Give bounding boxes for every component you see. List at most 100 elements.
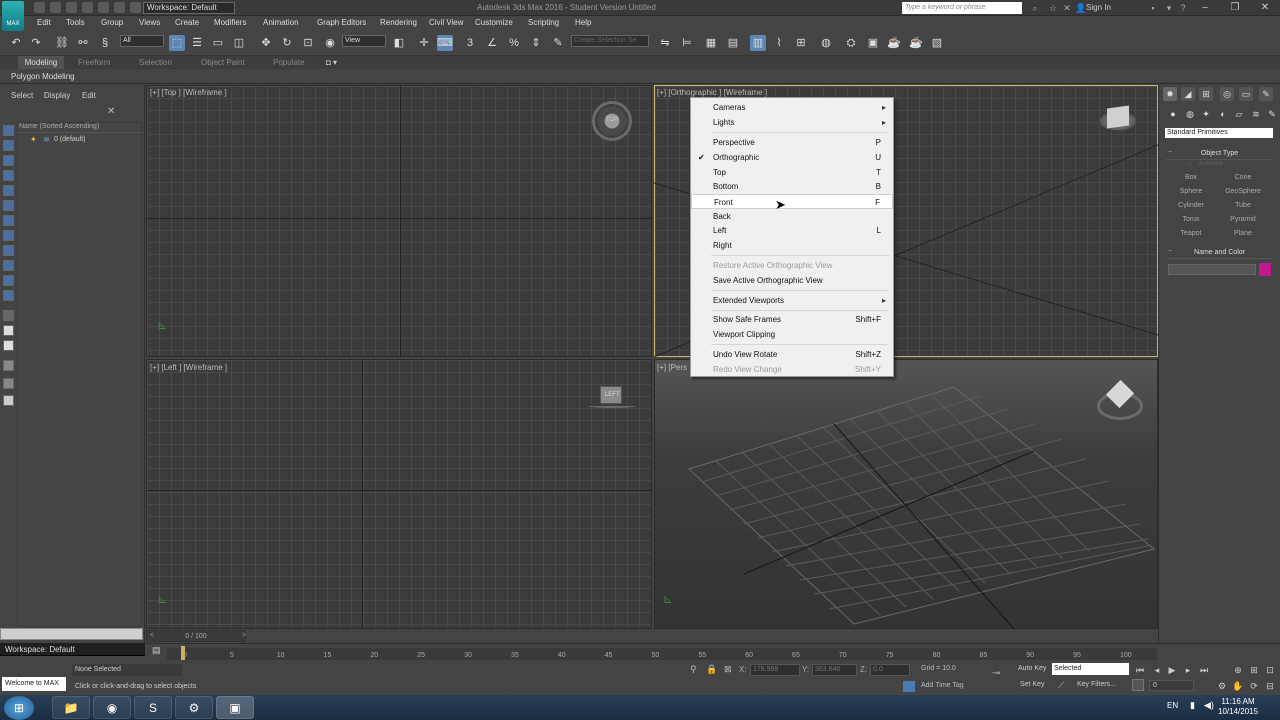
- named-selection-dropdown[interactable]: Create Selection Se: [571, 35, 649, 47]
- menu-group[interactable]: Group: [101, 18, 123, 27]
- menu-item-left[interactable]: Left L: [691, 223, 893, 238]
- skype-icon[interactable]: S: [134, 696, 172, 719]
- set-key-icon[interactable]: [1132, 679, 1144, 691]
- zoom-extents-icon[interactable]: ⊡: [1264, 664, 1276, 676]
- rotate-icon[interactable]: ↻: [279, 35, 295, 51]
- play-icon[interactable]: ▶: [1166, 664, 1178, 676]
- time-tag-icon[interactable]: [903, 681, 915, 692]
- window-crossing-icon[interactable]: ◫: [231, 35, 247, 51]
- menu-civil-view[interactable]: Civil View: [429, 18, 464, 27]
- menu-item-front[interactable]: Front F: [691, 194, 893, 209]
- systems-icon[interactable]: ✎: [1266, 108, 1278, 120]
- menu-item-undo-view-rotate[interactable]: Undo View Rotate Shift+Z: [691, 347, 893, 362]
- display-helpers-icon[interactable]: [3, 200, 14, 211]
- geometry-icon[interactable]: ●: [1167, 108, 1179, 120]
- menu-help[interactable]: Help: [575, 18, 591, 27]
- select-object-icon[interactable]: ⬚: [169, 35, 185, 51]
- keyboard-shortcut-icon[interactable]: ⌨: [437, 35, 453, 51]
- menu-item-save-ortho-view[interactable]: Save Active Orthographic View: [691, 273, 893, 288]
- volume-icon[interactable]: ◀): [1204, 700, 1214, 711]
- chrome-icon[interactable]: ◉: [93, 696, 131, 719]
- sign-in-link[interactable]: Sign In: [1086, 3, 1111, 12]
- zoom-all-icon[interactable]: ⊞: [1248, 664, 1260, 676]
- torus-button[interactable]: Torus: [1166, 214, 1216, 226]
- spinner-snap-icon[interactable]: ⇕: [528, 35, 544, 51]
- name-and-color-rollout[interactable]: Name and Color: [1166, 247, 1273, 259]
- menu-tools[interactable]: Tools: [66, 18, 85, 27]
- shapes-icon[interactable]: ◍: [1184, 108, 1196, 120]
- cylinder-button[interactable]: Cylinder: [1166, 200, 1216, 212]
- display-all-icon[interactable]: [3, 125, 14, 136]
- ribbon-tab-object-paint[interactable]: Object Paint: [201, 58, 245, 67]
- menu-item-back[interactable]: Back: [691, 209, 893, 224]
- schematic-view-icon[interactable]: ⊞: [793, 35, 809, 51]
- menu-edit[interactable]: Edit: [37, 18, 51, 27]
- link-icon[interactable]: ⛓: [54, 35, 70, 51]
- hierarchy-icon[interactable]: [3, 310, 14, 321]
- ribbon-options-icon[interactable]: ◘ ▾: [326, 58, 337, 67]
- menu-item-extended-viewports[interactable]: Extended Viewports ▸: [691, 293, 893, 308]
- key-filters-button[interactable]: Key Filters...: [1077, 681, 1116, 688]
- unlink-icon[interactable]: ⚯: [75, 35, 91, 51]
- ribbon-tab-populate[interactable]: Populate: [273, 58, 305, 67]
- system-clock[interactable]: 11:16 AM 10/14/2015: [1218, 697, 1258, 717]
- snaps-toggle-icon[interactable]: 3: [462, 35, 478, 51]
- menu-item-redo-view-change[interactable]: Redo View Change Shift+Y: [691, 362, 893, 377]
- menu-modifiers[interactable]: Modifiers: [214, 18, 246, 27]
- prev-frame-icon[interactable]: ◂: [1151, 664, 1163, 676]
- menu-item-bottom[interactable]: Bottom B: [691, 179, 893, 194]
- sphere-button[interactable]: Sphere: [1166, 186, 1216, 198]
- menu-item-orthographic[interactable]: ✔ Orthographic U: [691, 150, 893, 165]
- maximize-button[interactable]: ❐: [1220, 0, 1250, 15]
- current-frame-field[interactable]: 0: [1149, 680, 1194, 691]
- menu-item-cameras[interactable]: Cameras ▸: [691, 100, 893, 115]
- scene-explorer-scrollbar[interactable]: [0, 628, 143, 640]
- percent-snap-icon[interactable]: %: [506, 35, 522, 51]
- scene-tree[interactable]: [17, 122, 142, 627]
- ribbon-tab-modeling[interactable]: Modeling: [18, 56, 64, 69]
- sort-icon[interactable]: [3, 340, 14, 351]
- object-color-swatch[interactable]: [1259, 263, 1271, 276]
- render-production-icon[interactable]: ☕: [886, 35, 902, 51]
- z-coordinate-field[interactable]: 0.0: [870, 664, 910, 676]
- undo-icon[interactable]: ↶: [8, 35, 24, 51]
- display-tab-icon[interactable]: ▭: [1239, 87, 1253, 101]
- viewport-left[interactable]: [146, 359, 652, 629]
- scene-explorer-tab-select[interactable]: Select: [11, 91, 33, 100]
- select-by-name-icon[interactable]: ☰: [189, 35, 205, 51]
- track-bar[interactable]: [167, 648, 1157, 660]
- x-coordinate-field[interactable]: 178.959: [750, 664, 800, 676]
- ribbon-tab-selection[interactable]: Selection: [139, 58, 172, 67]
- box-button[interactable]: Box: [1166, 172, 1216, 184]
- tree-header[interactable]: Name (Sorted Ascending): [17, 122, 142, 133]
- helpers-icon[interactable]: ▱: [1233, 108, 1245, 120]
- render-iterative-icon[interactable]: ☕: [908, 35, 924, 51]
- tube-button[interactable]: Tube: [1218, 200, 1268, 212]
- binoculars-icon[interactable]: ⌕: [1030, 3, 1040, 13]
- pyramid-button[interactable]: Pyramid: [1218, 214, 1268, 226]
- user-icon[interactable]: 👤: [1075, 3, 1086, 13]
- menu-customize[interactable]: Customize: [475, 18, 513, 27]
- new-icon[interactable]: [34, 2, 45, 13]
- cart-icon[interactable]: ▪: [1148, 3, 1158, 13]
- orbit-icon[interactable]: ⟳: [1248, 680, 1260, 692]
- menu-item-perspective[interactable]: Perspective P: [691, 135, 893, 150]
- display-spacewarps-icon[interactable]: [3, 215, 14, 226]
- tree-row-default-layer[interactable]: 0 (default): [54, 136, 86, 143]
- display-groups-icon[interactable]: [3, 230, 14, 241]
- rendered-frame-icon[interactable]: ▣: [865, 35, 881, 51]
- object-type-rollout[interactable]: Object Type: [1166, 148, 1273, 160]
- workspace-dropdown[interactable]: Workspace: Default: [143, 2, 235, 14]
- edit-named-selection-icon[interactable]: ✎: [550, 35, 566, 51]
- workspace-label[interactable]: Workspace: Default: [0, 643, 145, 656]
- display-bones-icon[interactable]: [3, 260, 14, 271]
- redo-icon[interactable]: [98, 2, 109, 13]
- time-slider-next-icon[interactable]: >: [242, 632, 246, 639]
- plane-button[interactable]: Plane: [1218, 228, 1268, 240]
- teapot-button[interactable]: Teapot: [1166, 228, 1216, 240]
- scene-explorer-icon[interactable]: ▤: [725, 35, 741, 51]
- menu-item-restore-ortho-view[interactable]: Restore Active Orthographic View: [691, 258, 893, 273]
- rect-selection-icon[interactable]: ▭: [210, 35, 226, 51]
- menu-item-lights[interactable]: Lights ▸: [691, 115, 893, 130]
- display-cameras-icon[interactable]: [3, 185, 14, 196]
